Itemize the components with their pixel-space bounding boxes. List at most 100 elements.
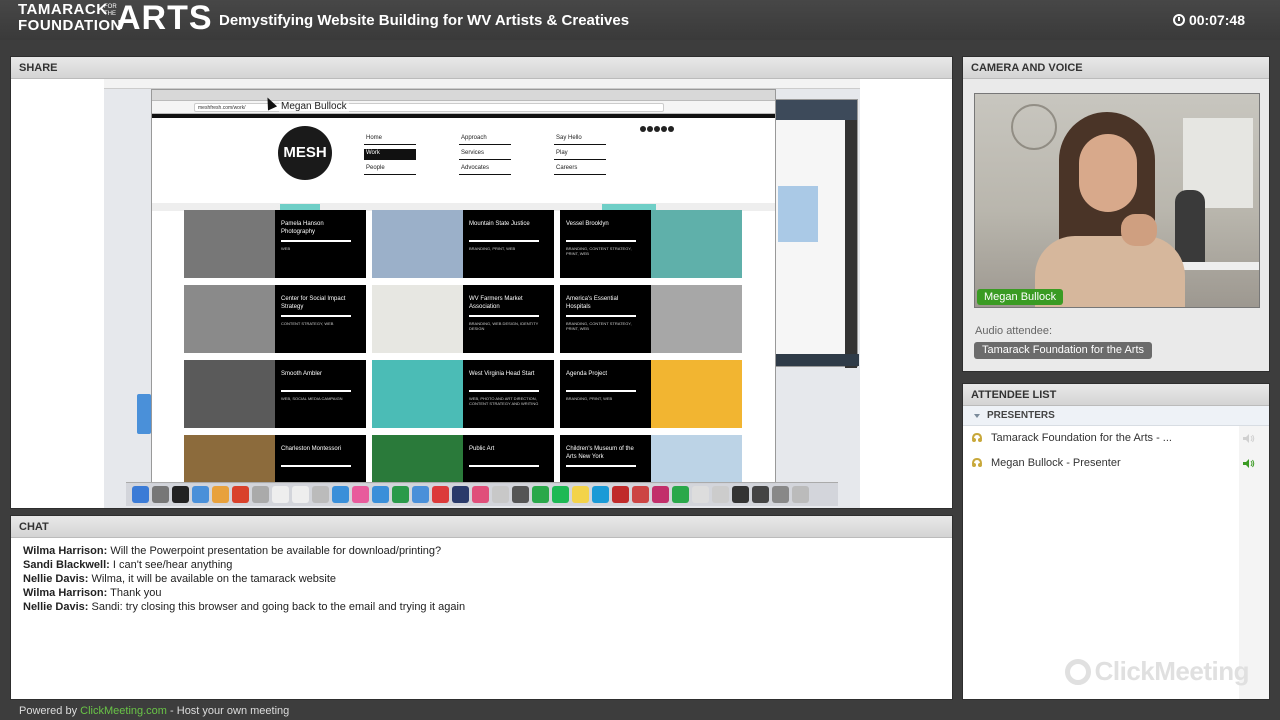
- portfolio-tile: Center for Social Impact Strategy CONTENT…: [184, 285, 366, 353]
- chat-message: Wilma Harrison: Thank you: [23, 586, 465, 600]
- portfolio-tile-title: Smooth Ambler: [281, 371, 323, 377]
- chat-message: Nellie Davis: Sandi: try closing this br…: [23, 600, 465, 614]
- chat-text: Thank you: [110, 587, 162, 599]
- attendee-row[interactable]: Tamarack Foundation for the Arts - ...: [963, 426, 1269, 451]
- portfolio-tile-title: West Virginia Head Start: [469, 371, 535, 377]
- presenters-group[interactable]: PRESENTERS: [963, 406, 1269, 426]
- portfolio-tile: Public Art: [372, 435, 554, 483]
- dock-app-icon: [152, 486, 169, 503]
- dock-app-icon: [392, 486, 409, 503]
- dock-app-icon: [132, 486, 149, 503]
- presenter-headset-icon: [972, 457, 982, 467]
- site-nav-item-active: Work: [364, 149, 416, 160]
- portfolio-tile: America's Essential Hospitals BRANDING, C…: [560, 285, 742, 353]
- chat-author: Nellie Davis:: [23, 573, 89, 585]
- portfolio-tile: Children's Museum of the Arts New York: [560, 435, 742, 483]
- screen-share-view[interactable]: meshfresh.com/work/ MESH Home Work Peopl…: [11, 79, 952, 508]
- site-nav-item: Say Hello: [554, 134, 606, 145]
- footer: Powered by ClickMeeting.com - Host your …: [19, 705, 289, 717]
- attendee-list-panel: ATTENDEE LIST PRESENTERS Tamarack Founda…: [962, 383, 1270, 700]
- presenter-video[interactable]: Megan Bullock: [974, 93, 1260, 308]
- portfolio-tile-subtitle: BRANDING, CONTENT STRATEGY, PRINT, WEB: [566, 321, 632, 331]
- dock-app-icon: [212, 486, 229, 503]
- chat-panel: CHAT Wilma Harrison: Will the Powerpoint…: [10, 515, 953, 700]
- dock-app-icon: [512, 486, 529, 503]
- portfolio-thumbnail: [372, 360, 463, 428]
- presenter-name-tag: Megan Bullock: [977, 289, 1064, 305]
- dock-app-icon: [292, 486, 309, 503]
- portfolio-tile-title: Center for Social Impact Strategy: [281, 296, 346, 310]
- dock-app-icon: [612, 486, 629, 503]
- dock-app-icon: [732, 486, 749, 503]
- site-nav-item: Home: [364, 134, 416, 145]
- footer-suffix: - Host your own meeting: [170, 705, 290, 717]
- dock-app-icon: [672, 486, 689, 503]
- chat-message: Sandi Blackwell: I can't see/hear anythi…: [23, 558, 465, 572]
- browser-tabs: [152, 90, 775, 101]
- portfolio-thumbnail: [372, 285, 463, 353]
- clickmeeting-logo-icon: [1064, 658, 1091, 685]
- chat-heading: CHAT: [11, 516, 952, 538]
- dock-app-icon: [272, 486, 289, 503]
- logo-line1: TAMARACK: [18, 1, 108, 18]
- chat-author: Wilma Harrison:: [23, 587, 108, 599]
- dock-app-icon: [752, 486, 769, 503]
- audio-attendee-label: Audio attendee:: [975, 325, 1053, 337]
- dock-app-icon: [772, 486, 789, 503]
- dock-app-icon: [312, 486, 329, 503]
- social-icons: [640, 126, 674, 132]
- meeting-title: Demystifying Website Building for WV Art…: [219, 12, 630, 29]
- dock-app-icon: [372, 486, 389, 503]
- dock-app-icon: [572, 486, 589, 503]
- meeting-timer: 00:07:48: [1172, 12, 1245, 28]
- footer-prefix: Powered by: [19, 705, 78, 717]
- attendee-row[interactable]: Megan Bullock - Presenter: [963, 451, 1269, 476]
- chat-message: Wilma Harrison: Will the Powerpoint pres…: [23, 544, 465, 558]
- dock-app-icon: [792, 486, 809, 503]
- portfolio-thumbnail: [651, 285, 742, 353]
- portfolio-tile: Agenda Project BRANDING, PRINT, WEB: [560, 360, 742, 428]
- dock-app-icon: [252, 486, 269, 503]
- site-nav-item: Careers: [554, 164, 606, 175]
- portfolio-tile: Mountain State Justice BRANDING, PRINT, W…: [372, 210, 554, 278]
- portfolio-tile-subtitle: BRANDING, CONTENT STRATEGY, PRINT, WEB: [566, 246, 632, 256]
- mesh-logo: MESH: [278, 126, 332, 180]
- chat-text: Wilma, it will be available on the tamar…: [91, 573, 337, 585]
- map-thumbnail: [778, 186, 818, 242]
- logo-line2: FOUNDATION: [18, 17, 122, 34]
- portfolio-thumbnail: [651, 210, 742, 278]
- clickmeeting-watermark: ClickMeeting: [1064, 656, 1250, 687]
- chat-text: Sandi: try closing this browser and goin…: [91, 601, 466, 613]
- watermark-text: ClickMeeting: [1094, 656, 1250, 686]
- camera-voice-panel: CAMERA AND VOICE Megan Bullock Audio att…: [962, 56, 1270, 372]
- speaker-active-icon[interactable]: [1243, 459, 1255, 468]
- attendee-heading: ATTENDEE LIST: [963, 384, 1269, 406]
- dock-app-icon: [232, 486, 249, 503]
- presenter-overlay-name: Megan Bullock: [279, 101, 349, 112]
- presenters-label: PRESENTERS: [987, 410, 1055, 421]
- chat-author: Sandi Blackwell:: [23, 559, 110, 571]
- portfolio-tile: West Virginia Head Start WEB, PHOTO AND A…: [372, 360, 554, 428]
- portfolio-tile-subtitle: WEB: [281, 246, 291, 251]
- portfolio-tile: WV Farmers Market Association BRANDING, W…: [372, 285, 554, 353]
- dock-app-icon: [532, 486, 549, 503]
- portfolio-tile-title: Vessel Brooklyn: [566, 221, 609, 227]
- portfolio-tile-subtitle: WEB, PHOTO AND ART DIRECTION, CONTENT ST…: [469, 396, 539, 406]
- mac-dock: [126, 482, 838, 506]
- site-nav-item: People: [364, 164, 416, 175]
- dock-app-icon: [632, 486, 649, 503]
- dock-app-icon: [472, 486, 489, 503]
- logo-arts: ARTS: [116, 0, 213, 37]
- dock-app-icon: [352, 486, 369, 503]
- dock-app-icon: [452, 486, 469, 503]
- clock-icon: [1172, 14, 1185, 26]
- clickmeeting-link[interactable]: ClickMeeting.com: [80, 705, 167, 717]
- mac-menubar: [104, 79, 860, 89]
- portfolio-tile-title: WV Farmers Market Association: [469, 296, 523, 310]
- site-nav-col2: Approach Services Advocates: [459, 134, 511, 179]
- chat-text: Will the Powerpoint presentation be avai…: [110, 545, 442, 557]
- dock-app-icon: [552, 486, 569, 503]
- mesh-site-header: MESH Home Work People Approach Services …: [152, 118, 775, 203]
- speaker-muted-icon[interactable]: [1243, 434, 1255, 443]
- tamarack-logo: TAMARACK FOUNDATION FOR THE ARTS: [18, 0, 212, 36]
